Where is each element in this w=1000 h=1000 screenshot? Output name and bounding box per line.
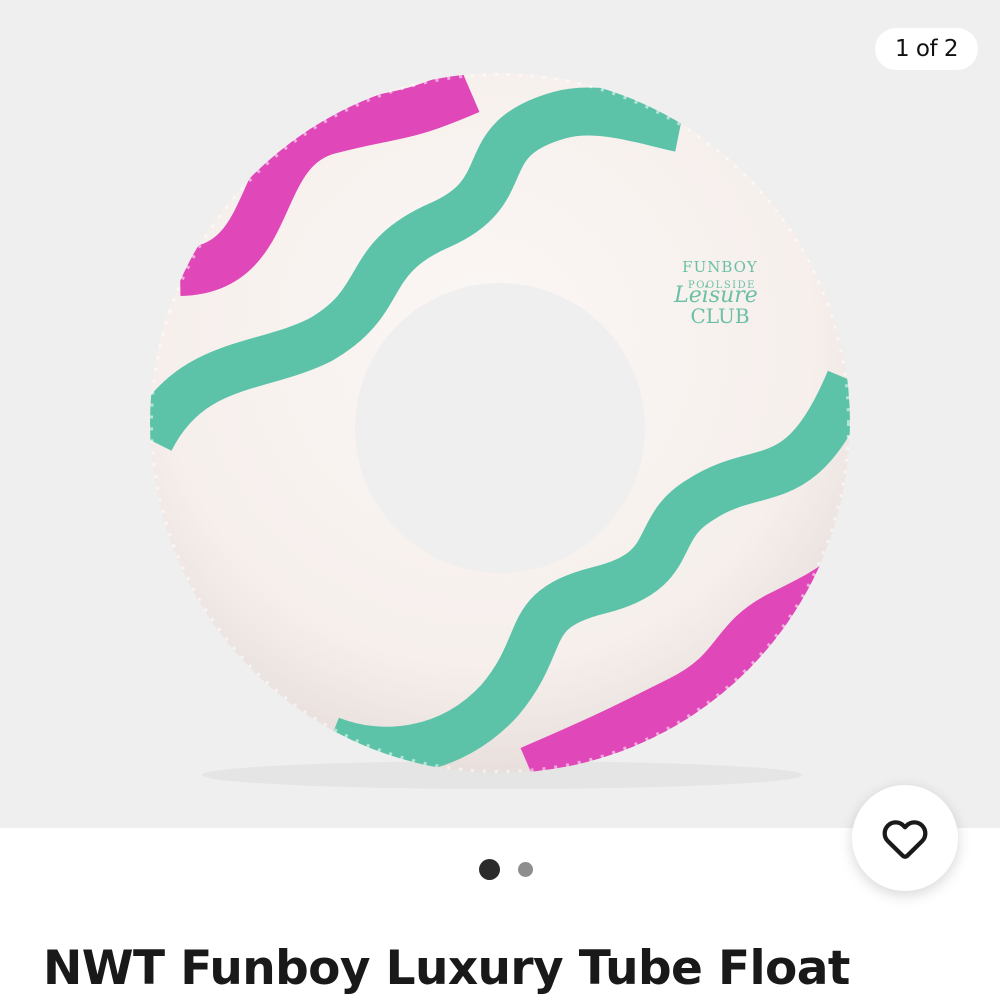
pagination-dot-1[interactable] (479, 858, 500, 880)
pool-float (128, 67, 873, 793)
image-counter: 1 of 2 (874, 28, 978, 70)
listing-title: NWT Funboy Luxury Tube Float (43, 941, 850, 996)
image-gallery[interactable]: FUNBOY POOLSIDE Leisure CLUB 1 of 2 (0, 0, 1000, 828)
product-image[interactable]: FUNBOY POOLSIDE Leisure CLUB (0, 0, 1000, 828)
brand-line-4: CLUB (690, 304, 749, 328)
image-pagination (6, 857, 1000, 881)
pagination-dot-2[interactable] (518, 861, 533, 877)
brand-line-1: FUNBOY (682, 258, 758, 276)
